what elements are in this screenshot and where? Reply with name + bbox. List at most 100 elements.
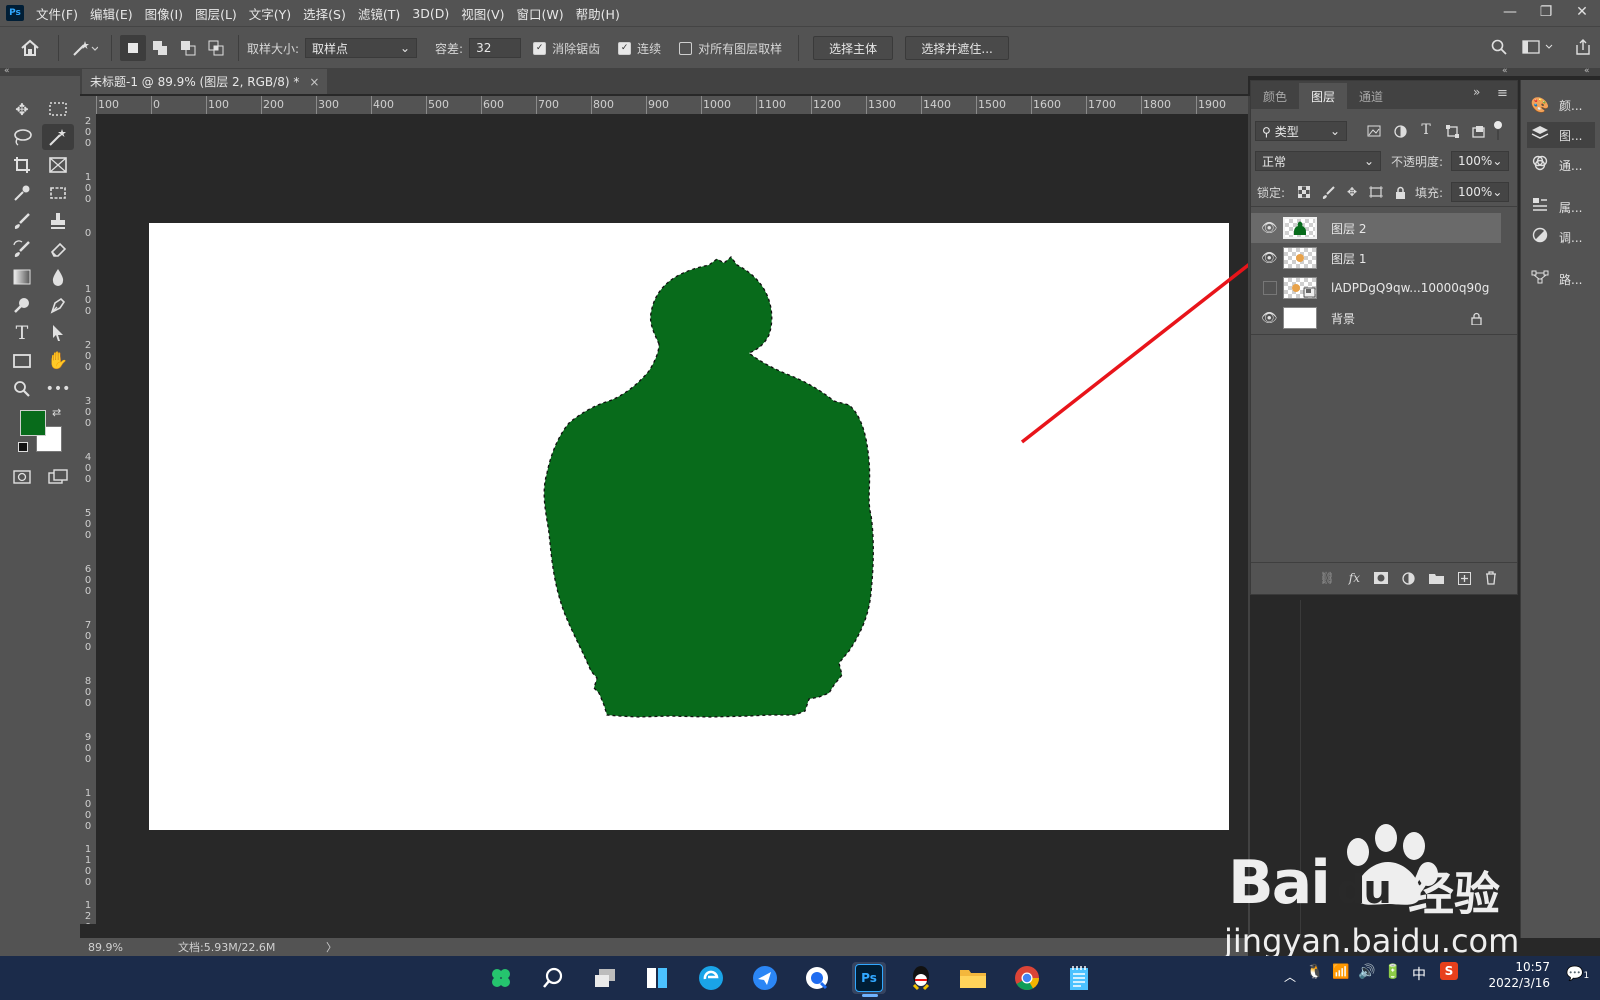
dock-properties[interactable]: 属... [1527,194,1595,220]
subtract-from-selection-icon[interactable] [174,35,202,61]
dock-paths[interactable]: 路... [1527,266,1595,292]
magic-wand-tool-icon[interactable] [42,124,74,150]
menu-image[interactable]: 图像(I) [145,4,183,23]
select-and-mask-button[interactable]: 选择并遮住... [905,36,1010,60]
notepad-icon[interactable] [1062,962,1096,994]
collapse-toolbar-icon[interactable]: « [4,66,10,76]
close-button[interactable]: ✕ [1564,0,1600,24]
horizontal-ruler[interactable]: 100 0 100 200 300 400 500 600 700 800 900 1000 1100 1… [96,96,1248,115]
visibility-eye-icon[interactable]: 👁 [1261,311,1278,326]
search-icon[interactable] [1488,34,1510,60]
filter-type-icon[interactable]: T [1417,121,1435,139]
layer-style-fx-icon[interactable]: fx [1349,571,1360,585]
menu-layer[interactable]: 图层(L) [195,4,237,23]
new-adjustment-layer-icon[interactable] [1402,571,1415,585]
layer-name[interactable]: 背景 [1331,310,1355,327]
lock-image-pixels-icon[interactable] [1319,183,1337,201]
filter-smart-object-icon[interactable] [1469,122,1487,140]
volume-icon[interactable]: 🔊 [1358,964,1375,980]
tab-color[interactable]: 颜色 [1251,83,1299,109]
select-subject-button[interactable]: 选择主体 [813,36,894,60]
zoom-level[interactable]: 89.9% [88,941,162,954]
close-tab-icon[interactable]: × [309,75,319,89]
marquee-tool-icon[interactable] [44,96,72,122]
tray-overflow-icon[interactable]: ︿ [1284,968,1296,985]
screen-mode-icon[interactable] [44,464,72,490]
search-icon[interactable] [536,962,570,994]
tolerance-input[interactable]: 32 [469,38,522,58]
layer-row-layer-1[interactable]: 👁 图层 1 [1251,243,1501,273]
layer-name[interactable]: 图层 2 [1331,220,1366,237]
tab-layers[interactable]: 图层 [1299,83,1348,109]
dock-layers[interactable]: 图... [1527,122,1595,148]
menu-help[interactable]: 帮助(H) [576,4,620,23]
layer-row-background[interactable]: 👁 背景 [1251,303,1501,333]
frame-tool-icon[interactable] [44,152,72,178]
swap-colors-icon[interactable]: ⇄ [52,406,61,419]
restore-button[interactable]: ❐ [1528,0,1564,24]
lock-position-icon[interactable]: ✥ [1343,183,1361,201]
move-tool-icon[interactable]: ✥ [8,96,36,122]
wifi-icon[interactable]: 📶 [1332,964,1349,980]
foreground-color-swatch[interactable] [20,410,46,436]
menu-window[interactable]: 窗口(W) [517,4,564,23]
status-menu-chevron-icon[interactable]: 〉 [326,939,337,955]
menu-3d[interactable]: 3D(D) [412,6,449,21]
lock-transparent-pixels-icon[interactable] [1295,183,1313,201]
type-tool-icon[interactable]: T [8,320,36,346]
opacity-input[interactable]: 100% ⌄ [1451,151,1509,171]
filter-pixel-icon[interactable] [1365,122,1383,140]
battery-icon[interactable]: 🔋 [1384,964,1401,980]
chrome-icon[interactable] [1010,962,1044,994]
dock-adjustments[interactable]: 调... [1527,224,1595,250]
sample-size-dropdown[interactable]: 取样点 ⌄ [305,38,418,58]
layer-name[interactable]: lADPDgQ9qw...10000q90g [1331,281,1489,295]
brush-tool-icon[interactable] [8,208,36,234]
panel-menu-icon[interactable]: ≡ [1497,86,1508,101]
home-icon[interactable] [10,33,50,63]
eyedropper-tool-icon[interactable] [8,180,36,206]
path-selection-tool-icon[interactable] [44,320,72,346]
contiguous-checkbox[interactable]: ✓ [618,41,632,55]
visibility-toggle-off[interactable] [1263,281,1277,295]
rectangle-tool-icon[interactable] [8,348,36,374]
blend-mode-dropdown[interactable]: 正常 ⌄ [1255,151,1381,171]
gradient-tool-icon[interactable] [8,264,36,290]
anti-alias-checkbox[interactable]: ✓ [533,41,547,55]
eraser-tool-icon[interactable] [44,236,72,262]
layer-filter-dropdown[interactable]: ⚲ 类型 ⌄ [1255,121,1347,141]
filter-toggle-switch[interactable] [1494,121,1502,141]
qq-icon[interactable] [904,962,938,994]
patch-tool-icon[interactable] [44,180,72,206]
blur-tool-icon[interactable] [44,264,72,290]
layer-row-layer-2[interactable]: 👁 图层 2 [1251,213,1501,243]
qq-tray-icon[interactable]: 🐧 [1306,964,1323,980]
widgets-icon[interactable] [640,962,674,994]
document-canvas[interactable] [149,223,1229,830]
photoshop-icon[interactable]: Ps [852,962,886,994]
fill-input[interactable]: 100% ⌄ [1451,182,1509,202]
clover-icon[interactable] [484,962,518,994]
filter-shape-icon[interactable] [1443,122,1461,140]
menu-type[interactable]: 文字(Y) [249,4,291,23]
lock-artboard-icon[interactable] [1367,183,1385,201]
more-tools-icon[interactable]: ••• [44,376,72,402]
history-brush-tool-icon[interactable] [8,236,36,262]
dodge-tool-icon[interactable] [8,292,36,318]
zoom-tool-icon[interactable] [8,376,36,402]
quick-mask-icon[interactable] [8,464,36,490]
layer-row-smart-object[interactable]: lADPDgQ9qw...10000q90g [1251,273,1501,303]
stamp-tool-icon[interactable] [44,208,72,234]
edge-icon[interactable] [694,962,728,994]
new-group-icon[interactable] [1429,572,1444,584]
default-colors-icon[interactable] [18,442,28,452]
file-explorer-icon[interactable] [956,962,990,994]
menu-edit[interactable]: 编辑(E) [90,4,133,23]
clock[interactable]: 10:57 2022/3/16 [1482,960,1550,990]
intersect-selection-icon[interactable] [202,35,230,61]
vertical-ruler[interactable]: 2001000100200300400500600700800900100011… [80,114,97,924]
workspace-switcher-icon[interactable] [1520,34,1558,60]
collapse-dock-icon[interactable]: « [1584,66,1590,76]
visibility-eye-icon[interactable]: 👁 [1261,221,1278,236]
filter-adjustment-icon[interactable] [1391,122,1409,140]
